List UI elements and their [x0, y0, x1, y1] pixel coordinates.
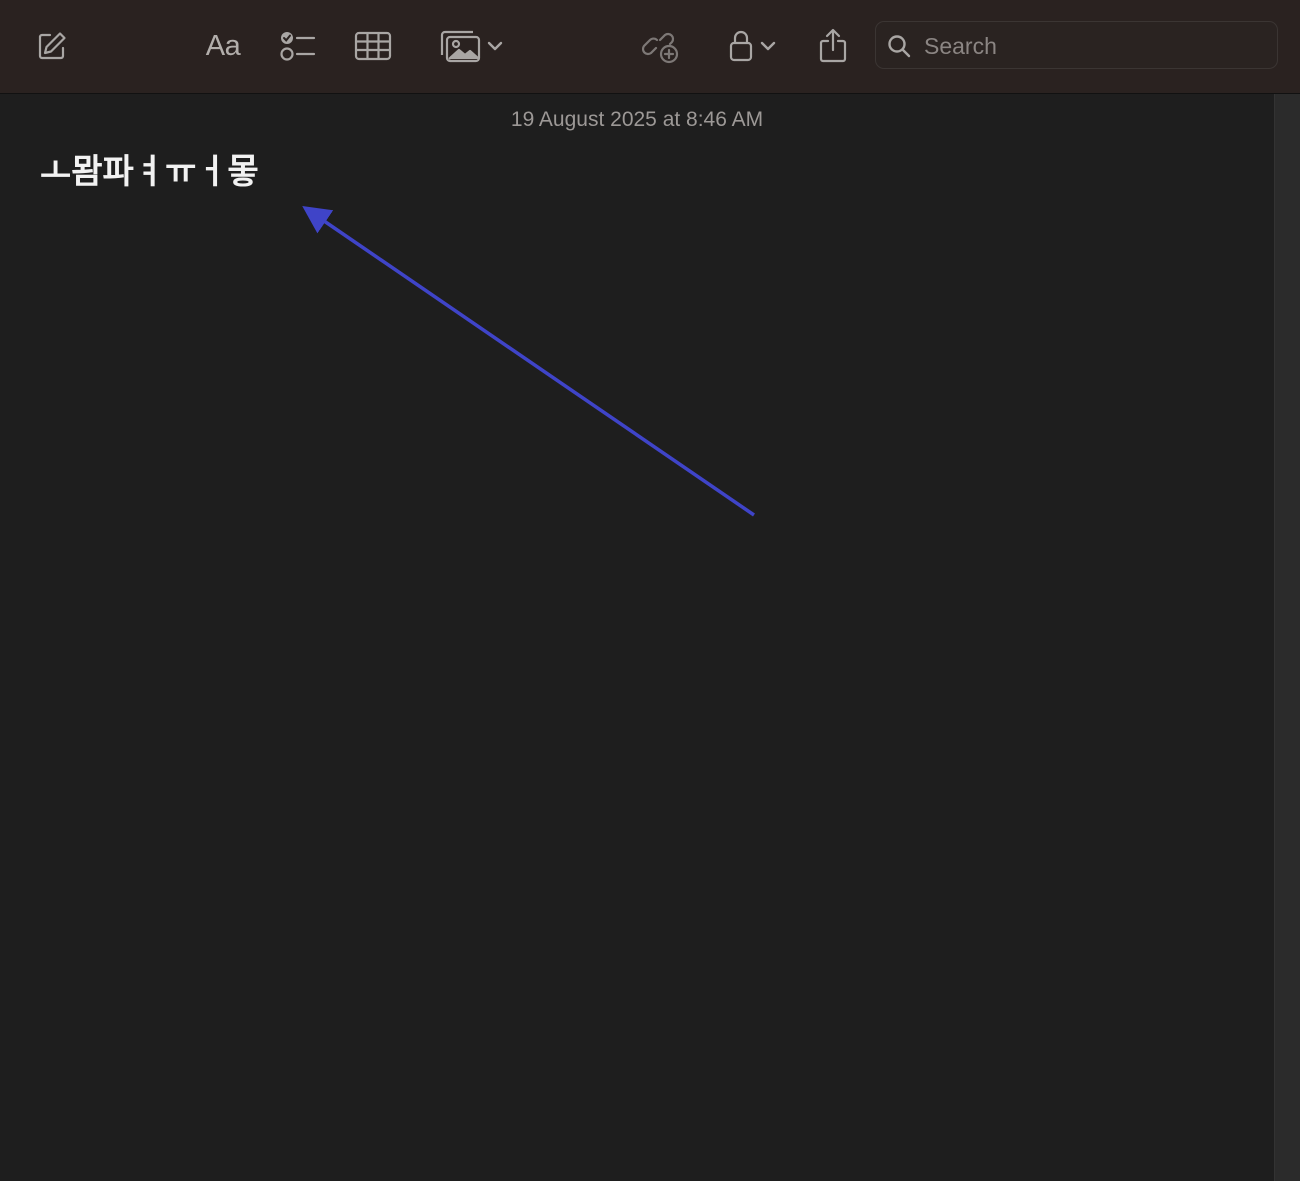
format-button[interactable]: Aa: [200, 24, 246, 68]
media-icon: [439, 29, 481, 63]
collaborate-icon: [642, 28, 682, 64]
media-button[interactable]: [434, 24, 508, 68]
checklist-button[interactable]: [278, 24, 318, 68]
search-icon: [887, 34, 911, 62]
toolbar: Aa: [0, 0, 1300, 94]
note-title[interactable]: ㅗ뫔파ㅕㅠㅓ뫃: [40, 144, 259, 193]
lock-icon: [728, 29, 754, 63]
scrollbar[interactable]: [1274, 94, 1300, 1181]
notes-window: Aa Search 19 August 2025 at 8:46 AM ㅗ뫔파ㅕ…: [0, 0, 1300, 1181]
table-button[interactable]: [353, 24, 393, 68]
checklist-icon: [279, 29, 317, 63]
note-timestamp: 19 August 2025 at 8:46 AM: [510, 108, 764, 131]
new-note-button[interactable]: [32, 24, 72, 68]
table-icon: [354, 31, 392, 61]
share-button[interactable]: [815, 24, 851, 68]
format-label: Aa: [205, 29, 241, 62]
compose-icon: [36, 30, 68, 62]
search-field[interactable]: [875, 21, 1278, 69]
search-input[interactable]: [922, 30, 1266, 62]
note-editor[interactable]: 19 August 2025 at 8:46 AM ㅗ뫔파ㅕㅠㅓ뫃: [0, 94, 1274, 1181]
chevron-down-icon: [760, 40, 776, 52]
chevron-down-icon: [487, 40, 503, 52]
annotation-arrow: [302, 206, 755, 517]
share-icon: [818, 28, 848, 64]
collaborate-button[interactable]: [642, 24, 682, 68]
lock-button[interactable]: [722, 24, 782, 68]
